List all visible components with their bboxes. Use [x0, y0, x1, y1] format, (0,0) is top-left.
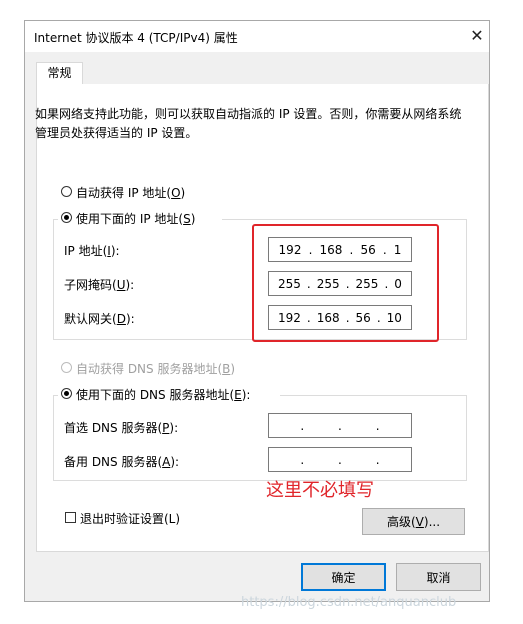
alternate-dns-label: 备用 DNS 服务器(A): — [64, 455, 180, 469]
validate-checkbox-box[interactable] — [65, 512, 76, 523]
preferred-dns-label: 首选 DNS 服务器(P): — [64, 421, 179, 435]
alternate-dns-field[interactable]: . . . — [268, 447, 412, 472]
validate-checkbox-label: 退出时验证设置(L) — [80, 512, 181, 526]
radio-manual-dns-label: 使用下面的 DNS 服务器地址(E): — [76, 388, 251, 402]
window-title: Internet 协议版本 4 (TCP/IPv4) 属性 — [34, 31, 238, 45]
tab-general[interactable]: 常规 — [36, 62, 83, 85]
radio-auto-ip-circle[interactable] — [61, 186, 72, 197]
default-gateway-label: 默认网关(D): — [64, 312, 135, 326]
preferred-dns-field[interactable]: . . . — [268, 413, 412, 438]
radio-auto-dns: 自动获得 DNS 服务器地址(B) — [61, 360, 261, 376]
subnet-mask-label: 子网掩码(U): — [64, 278, 135, 292]
title-bar[interactable]: Internet 协议版本 4 (TCP/IPv4) 属性 ✕ — [25, 21, 489, 52]
close-icon[interactable]: ✕ — [466, 25, 488, 47]
description-text: 如果网络支持此功能，则可以获取自动指派的 IP 设置。否则，你需要从网络系统管理… — [35, 107, 462, 140]
validate-on-exit-checkbox[interactable]: 退出时验证设置(L) — [65, 510, 205, 526]
annotation-text: 这里不必填写 — [266, 480, 374, 501]
radio-selected-dot — [64, 215, 69, 220]
radio-manual-ip[interactable]: 使用下面的 IP 地址(S) — [58, 210, 222, 226]
radio-manual-ip-circle[interactable] — [61, 212, 72, 223]
ip-address-label: IP 地址(I): — [64, 244, 120, 258]
cancel-button[interactable]: 取消 — [396, 563, 481, 591]
radio-manual-dns[interactable]: 使用下面的 DNS 服务器地址(E): — [58, 386, 280, 402]
advanced-button[interactable]: 高级(V)... — [362, 508, 465, 535]
tcpip-properties-dialog: Internet 协议版本 4 (TCP/IPv4) 属性 ✕ 常规 如果网络支… — [24, 20, 490, 602]
watermark: https://blog.csdn.net/anquanclub — [241, 595, 457, 610]
radio-auto-ip[interactable]: 自动获得 IP 地址(O) — [61, 184, 221, 200]
radio-auto-dns-label: 自动获得 DNS 服务器地址(B) — [76, 362, 236, 376]
ok-button[interactable]: 确定 — [301, 563, 386, 591]
radio-manual-ip-label: 使用下面的 IP 地址(S) — [76, 212, 196, 226]
highlight-annotation-box — [252, 224, 439, 342]
radio-auto-ip-label: 自动获得 IP 地址(O) — [76, 186, 186, 200]
radio-manual-dns-circle[interactable] — [61, 388, 72, 399]
radio-selected-dot — [64, 391, 69, 396]
radio-auto-dns-circle — [61, 362, 72, 373]
